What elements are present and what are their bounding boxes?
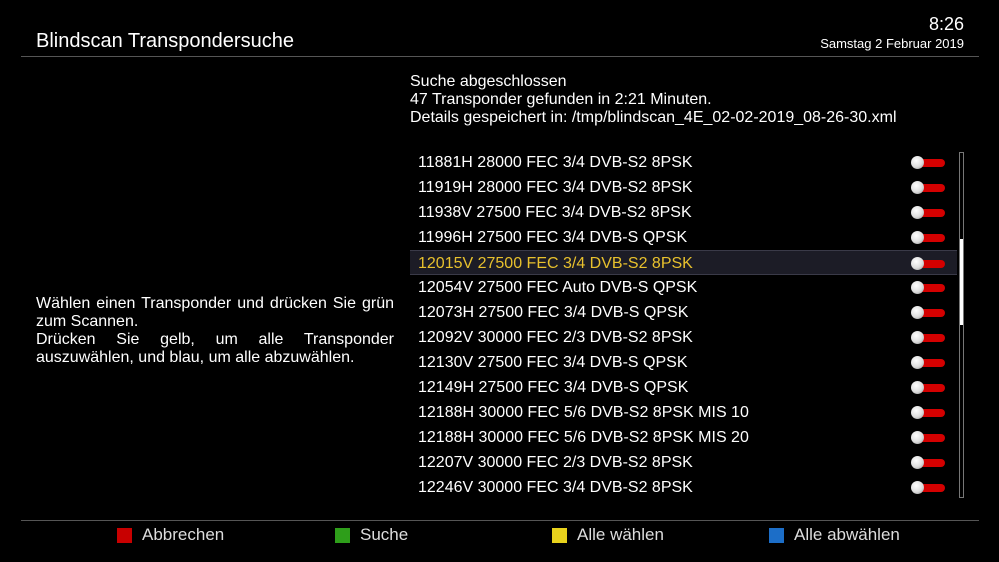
status-line-complete: Suche abgeschlossen (410, 73, 567, 90)
toggle-icon[interactable] (911, 231, 945, 244)
help-text: Wählen einen Transponder und drücken Sie… (36, 295, 394, 367)
yellow-button-select-all[interactable]: Alle wählen (552, 525, 664, 544)
help-line-scan: Wählen einen Transponder und drücken Sie… (36, 295, 394, 330)
transponder-label: 12188H 30000 FEC 5/6 DVB-S2 8PSK MIS 20 (418, 429, 749, 446)
transponder-label: 11881H 28000 FEC 3/4 DVB-S2 8PSK (418, 154, 693, 171)
toggle-icon[interactable] (911, 156, 945, 169)
page-title: Blindscan Transpondersuche (36, 30, 294, 52)
toggle-icon[interactable] (911, 281, 945, 294)
toggle-icon[interactable] (911, 456, 945, 469)
red-button-cancel[interactable]: Abbrechen (117, 525, 225, 544)
transponder-label: 12073H 27500 FEC 3/4 DVB-S QPSK (418, 304, 689, 321)
toggle-icon[interactable] (911, 356, 945, 369)
transponder-label: 11919H 28000 FEC 3/4 DVB-S2 8PSK (418, 179, 693, 196)
clock: 8:26 (928, 14, 964, 34)
transponder-row[interactable]: 11919H 28000 FEC 3/4 DVB-S2 8PSK (410, 175, 957, 200)
footer-divider (21, 520, 979, 521)
transponder-label: 11938V 27500 FEC 3/4 DVB-S2 8PSK (418, 204, 692, 221)
transponder-label: 12130V 27500 FEC 3/4 DVB-S QPSK (418, 354, 688, 371)
transponder-label: 12188H 30000 FEC 5/6 DVB-S2 8PSK MIS 10 (418, 404, 749, 421)
transponder-label: 11996H 27500 FEC 3/4 DVB-S QPSK (418, 229, 688, 246)
transponder-row[interactable]: 11996H 27500 FEC 3/4 DVB-S QPSK (410, 225, 957, 250)
transponder-row[interactable]: 12073H 27500 FEC 3/4 DVB-S QPSK (410, 300, 957, 325)
toggle-icon[interactable] (911, 306, 945, 319)
transponder-row[interactable]: 12092V 30000 FEC 2/3 DVB-S2 8PSK (410, 325, 957, 350)
yellow-button-label: Alle wählen (577, 525, 664, 544)
blue-key-icon (769, 527, 784, 543)
toggle-icon[interactable] (911, 406, 945, 419)
toggle-icon[interactable] (911, 206, 945, 219)
transponder-label: 12092V 30000 FEC 2/3 DVB-S2 8PSK (418, 329, 693, 346)
transponder-label: 12246V 30000 FEC 3/4 DVB-S2 8PSK (418, 479, 693, 496)
yellow-key-icon (552, 527, 567, 543)
scan-status: Suche abgeschlossen 47 Transponder gefun… (410, 73, 897, 127)
transponder-label: 12015V 27500 FEC 3/4 DVB-S2 8PSK (418, 255, 693, 272)
transponder-label: 12054V 27500 FEC Auto DVB-S QPSK (418, 279, 698, 296)
toggle-icon[interactable] (911, 181, 945, 194)
green-button-label: Suche (360, 525, 409, 544)
toggle-icon[interactable] (911, 257, 945, 270)
transponder-row[interactable]: 12054V 27500 FEC Auto DVB-S QPSK (410, 275, 957, 300)
red-button-label: Abbrechen (142, 525, 225, 544)
green-button-search[interactable]: Suche (335, 525, 409, 544)
list-scrollbar[interactable] (959, 152, 964, 498)
transponder-row[interactable]: 11881H 28000 FEC 3/4 DVB-S2 8PSK (410, 150, 957, 175)
toggle-icon[interactable] (911, 481, 945, 494)
transponder-label: 12149H 27500 FEC 3/4 DVB-S QPSK (418, 379, 689, 396)
toggle-icon[interactable] (911, 431, 945, 444)
transponder-row[interactable]: 12188H 30000 FEC 5/6 DVB-S2 8PSK MIS 20 (410, 425, 957, 450)
transponder-row[interactable]: 12149H 27500 FEC 3/4 DVB-S QPSK (410, 375, 957, 400)
green-key-icon (335, 527, 350, 543)
status-line-saved: Details gespeichert in: /tmp/blindscan_4… (410, 109, 897, 126)
toggle-icon[interactable] (911, 381, 945, 394)
transponder-label: 12207V 30000 FEC 2/3 DVB-S2 8PSK (418, 454, 693, 471)
transponder-list[interactable]: 11881H 28000 FEC 3/4 DVB-S2 8PSK 11919H … (410, 150, 957, 500)
red-key-icon (117, 527, 132, 543)
scrollbar-thumb[interactable] (960, 239, 963, 325)
status-line-found: 47 Transponder gefunden in 2:21 Minuten. (410, 91, 712, 108)
transponder-row[interactable]: 12188H 30000 FEC 5/6 DVB-S2 8PSK MIS 10 (410, 400, 957, 425)
transponder-row[interactable]: 11938V 27500 FEC 3/4 DVB-S2 8PSK (410, 200, 957, 225)
blue-button-label: Alle abwählen (794, 525, 900, 544)
transponder-row-selected[interactable]: 12015V 27500 FEC 3/4 DVB-S2 8PSK (410, 250, 957, 275)
header-divider (21, 56, 979, 57)
blue-button-deselect-all[interactable]: Alle abwählen (769, 525, 900, 544)
toggle-icon[interactable] (911, 331, 945, 344)
help-line-select: Drücken Sie gelb, um alle Transponder au… (36, 331, 394, 366)
transponder-row[interactable]: 12207V 30000 FEC 2/3 DVB-S2 8PSK (410, 450, 957, 475)
transponder-row[interactable]: 12246V 30000 FEC 3/4 DVB-S2 8PSK (410, 475, 957, 500)
transponder-row[interactable]: 12130V 27500 FEC 3/4 DVB-S QPSK (410, 350, 957, 375)
date-display: Samstag 2 Februar 2019 (820, 36, 964, 51)
